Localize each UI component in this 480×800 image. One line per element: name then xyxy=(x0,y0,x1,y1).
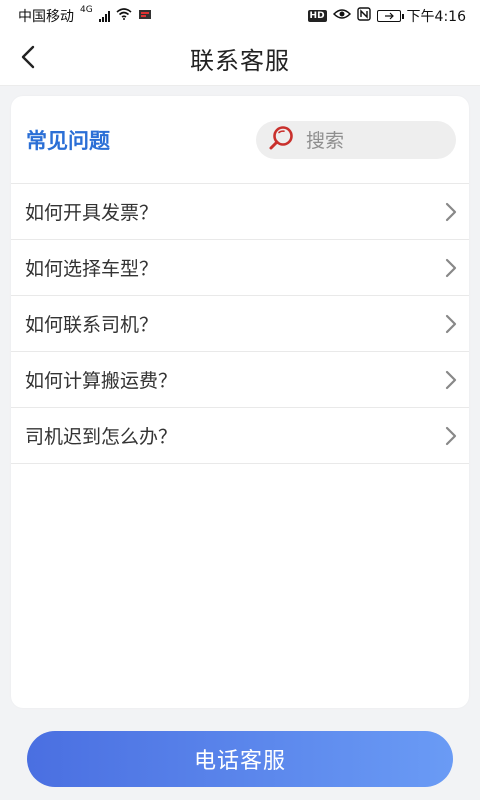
chevron-right-icon xyxy=(443,202,459,222)
back-button[interactable] xyxy=(14,45,42,73)
signal-icon xyxy=(98,10,110,22)
faq-list: 如何开具发票？ 如何选择车型？ 如何联系司机？ 如何计算搬运费？ 司机迟到怎么办… xyxy=(11,184,469,464)
app-notification-icon xyxy=(138,7,152,25)
hd-icon: HD xyxy=(307,10,327,22)
faq-item-fee[interactable]: 如何计算搬运费？ xyxy=(11,352,469,408)
page-title: 联系客服 xyxy=(190,47,290,75)
status-left: 中国移动 4G xyxy=(18,5,152,26)
battery-icon xyxy=(376,10,404,22)
faq-item-label: 如何联系司机？ xyxy=(25,314,159,336)
search-placeholder: 搜索 xyxy=(306,130,345,152)
chevron-left-icon xyxy=(21,45,35,73)
faq-card: 常见问题 搜索 如何开具发票？ 如何选择车型？ 如何联系司机？ 如何计算搬运费？… xyxy=(11,96,469,708)
chevron-right-icon xyxy=(443,426,459,446)
carrier-name: 中国移动 xyxy=(18,9,74,25)
faq-item-label: 司机迟到怎么办？ xyxy=(25,426,178,448)
chevron-right-icon xyxy=(443,370,459,390)
status-bar: 中国移动 4G HD 下午4:16 xyxy=(0,0,480,32)
status-right: HD 下午4:16 xyxy=(307,6,466,26)
chevron-right-icon xyxy=(443,314,459,334)
eye-comfort-icon xyxy=(332,8,351,24)
wifi-icon xyxy=(116,8,132,24)
faq-item-label: 如何开具发票？ xyxy=(25,202,159,224)
status-time: 下午4:16 xyxy=(406,9,466,25)
faq-item-invoice[interactable]: 如何开具发票？ xyxy=(11,184,469,240)
search-input[interactable]: 搜索 xyxy=(256,120,456,159)
nav-bar: 联系客服 xyxy=(0,32,480,86)
network-type: 4G xyxy=(80,5,93,15)
faq-item-vehicle[interactable]: 如何选择车型？ xyxy=(11,240,469,296)
faq-item-label: 如何选择车型？ xyxy=(25,258,159,280)
phone-support-button[interactable]: 电话客服 xyxy=(27,731,453,787)
nfc-icon xyxy=(356,7,371,25)
faq-item-contact-driver[interactable]: 如何联系司机？ xyxy=(11,296,469,352)
faq-item-label: 如何计算搬运费？ xyxy=(25,370,178,392)
search-icon xyxy=(268,125,294,155)
faq-item-driver-late[interactable]: 司机迟到怎么办？ xyxy=(11,408,469,464)
faq-heading: 常见问题 xyxy=(26,128,110,153)
faq-header: 常见问题 搜索 xyxy=(11,96,469,184)
chevron-right-icon xyxy=(443,258,459,278)
